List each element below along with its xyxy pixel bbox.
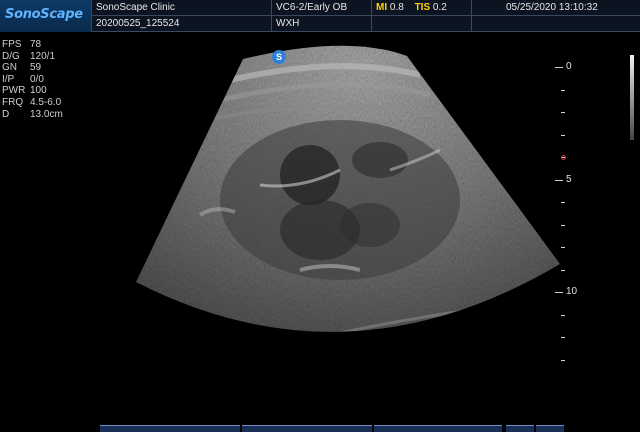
depth-major-tick <box>555 67 563 68</box>
bottom-segment[interactable] <box>374 425 502 432</box>
depth-label: 10 <box>566 286 578 297</box>
depth-label: 0 <box>566 61 572 72</box>
bottom-segment[interactable] <box>506 425 534 432</box>
depth-minor-tick <box>561 89 565 91</box>
depth-minor-tick <box>561 337 565 338</box>
bottom-segment[interactable] <box>100 425 240 432</box>
depth-scale: 0 5 10 <box>0 0 640 432</box>
depth-major-tick <box>555 292 563 293</box>
depth-minor-tick <box>561 202 565 203</box>
bottom-segment[interactable] <box>536 425 564 432</box>
bottom-segment[interactable] <box>242 425 372 432</box>
grayscale-bar <box>630 55 634 140</box>
depth-minor-tick <box>561 134 565 136</box>
depth-minor-tick <box>561 269 565 271</box>
focus-marker-icon[interactable] <box>561 155 566 160</box>
depth-minor-tick <box>561 314 565 316</box>
depth-label: 5 <box>566 173 572 185</box>
depth-minor-tick <box>561 247 565 248</box>
bottom-toolbar <box>100 425 640 432</box>
depth-minor-tick <box>561 224 565 226</box>
depth-minor-tick <box>561 359 565 361</box>
depth-major-tick <box>555 179 563 181</box>
depth-minor-tick <box>561 112 565 113</box>
